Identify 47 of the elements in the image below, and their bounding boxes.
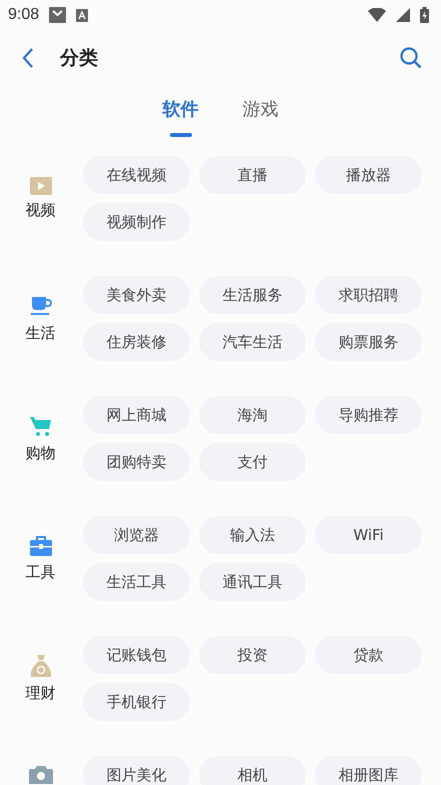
category-tab[interactable]: 游戏 [240,85,280,140]
signal-icon [396,8,410,22]
subcategory-chip[interactable]: 手机银行 [83,683,190,721]
category-label: 购物 [26,444,56,463]
subcategory-chip[interactable]: 美食外卖 [83,276,190,314]
subcategory-chip[interactable]: 记账钱包 [83,636,190,674]
subcategory-chip[interactable]: 浏览器 [83,516,190,554]
subcategory-chip[interactable]: 购票服务 [315,323,422,361]
subcategory-chip[interactable]: 图片美化 [83,756,190,785]
subcategory-chip[interactable]: 导购推荐 [315,396,422,434]
play-icon [30,177,52,195]
mail-icon [49,7,66,23]
subcategory-chip[interactable]: 在线视频 [83,156,190,194]
subcategory-chip[interactable]: 住房装修 [83,323,190,361]
search-button[interactable] [399,46,423,70]
cart-icon [28,414,52,438]
subcategory-chip[interactable]: 海淘 [199,396,306,434]
cup-icon [28,294,52,318]
subcategory-chip[interactable]: 播放器 [315,156,422,194]
subcategory-chip[interactable]: 通讯工具 [199,563,306,601]
subcategory-chip[interactable]: 相册图库 [315,756,422,785]
toolbox-icon [28,535,52,557]
subcategory-chip[interactable]: 贷款 [315,636,422,674]
category-label: 生活 [26,324,56,343]
subcategory-chip[interactable]: 生活工具 [83,563,190,601]
subcategory-chip[interactable]: 视频制作 [83,203,190,241]
category-label: 工具 [26,563,56,582]
subcategory-chip[interactable]: 投资 [199,636,306,674]
category-label: 视频 [26,201,56,220]
subcategory-chip[interactable]: 团购特卖 [83,443,190,481]
page-title: 分类 [60,46,98,70]
subcategory-chip[interactable]: 输入法 [199,516,306,554]
money-bag-icon [28,654,52,678]
subcategory-chip[interactable]: WiFi [315,516,422,554]
subcategory-chip[interactable]: 网上商城 [83,396,190,434]
battery-icon [420,7,429,23]
subcategory-chip[interactable]: 生活服务 [199,276,306,314]
subcategory-chip[interactable]: 汽车生活 [199,323,306,361]
keyboard-icon [76,8,88,22]
wifi-icon [368,8,386,22]
status-time: 9:08 [8,6,40,24]
subcategory-chip[interactable]: 求职招聘 [315,276,422,314]
subcategory-chip[interactable]: 支付 [199,443,306,481]
subcategory-chip[interactable]: 直播 [199,156,306,194]
category-tab[interactable]: 软件 [160,85,200,140]
category-label: 理财 [26,684,56,703]
subcategory-chip[interactable]: 相机 [199,756,306,785]
